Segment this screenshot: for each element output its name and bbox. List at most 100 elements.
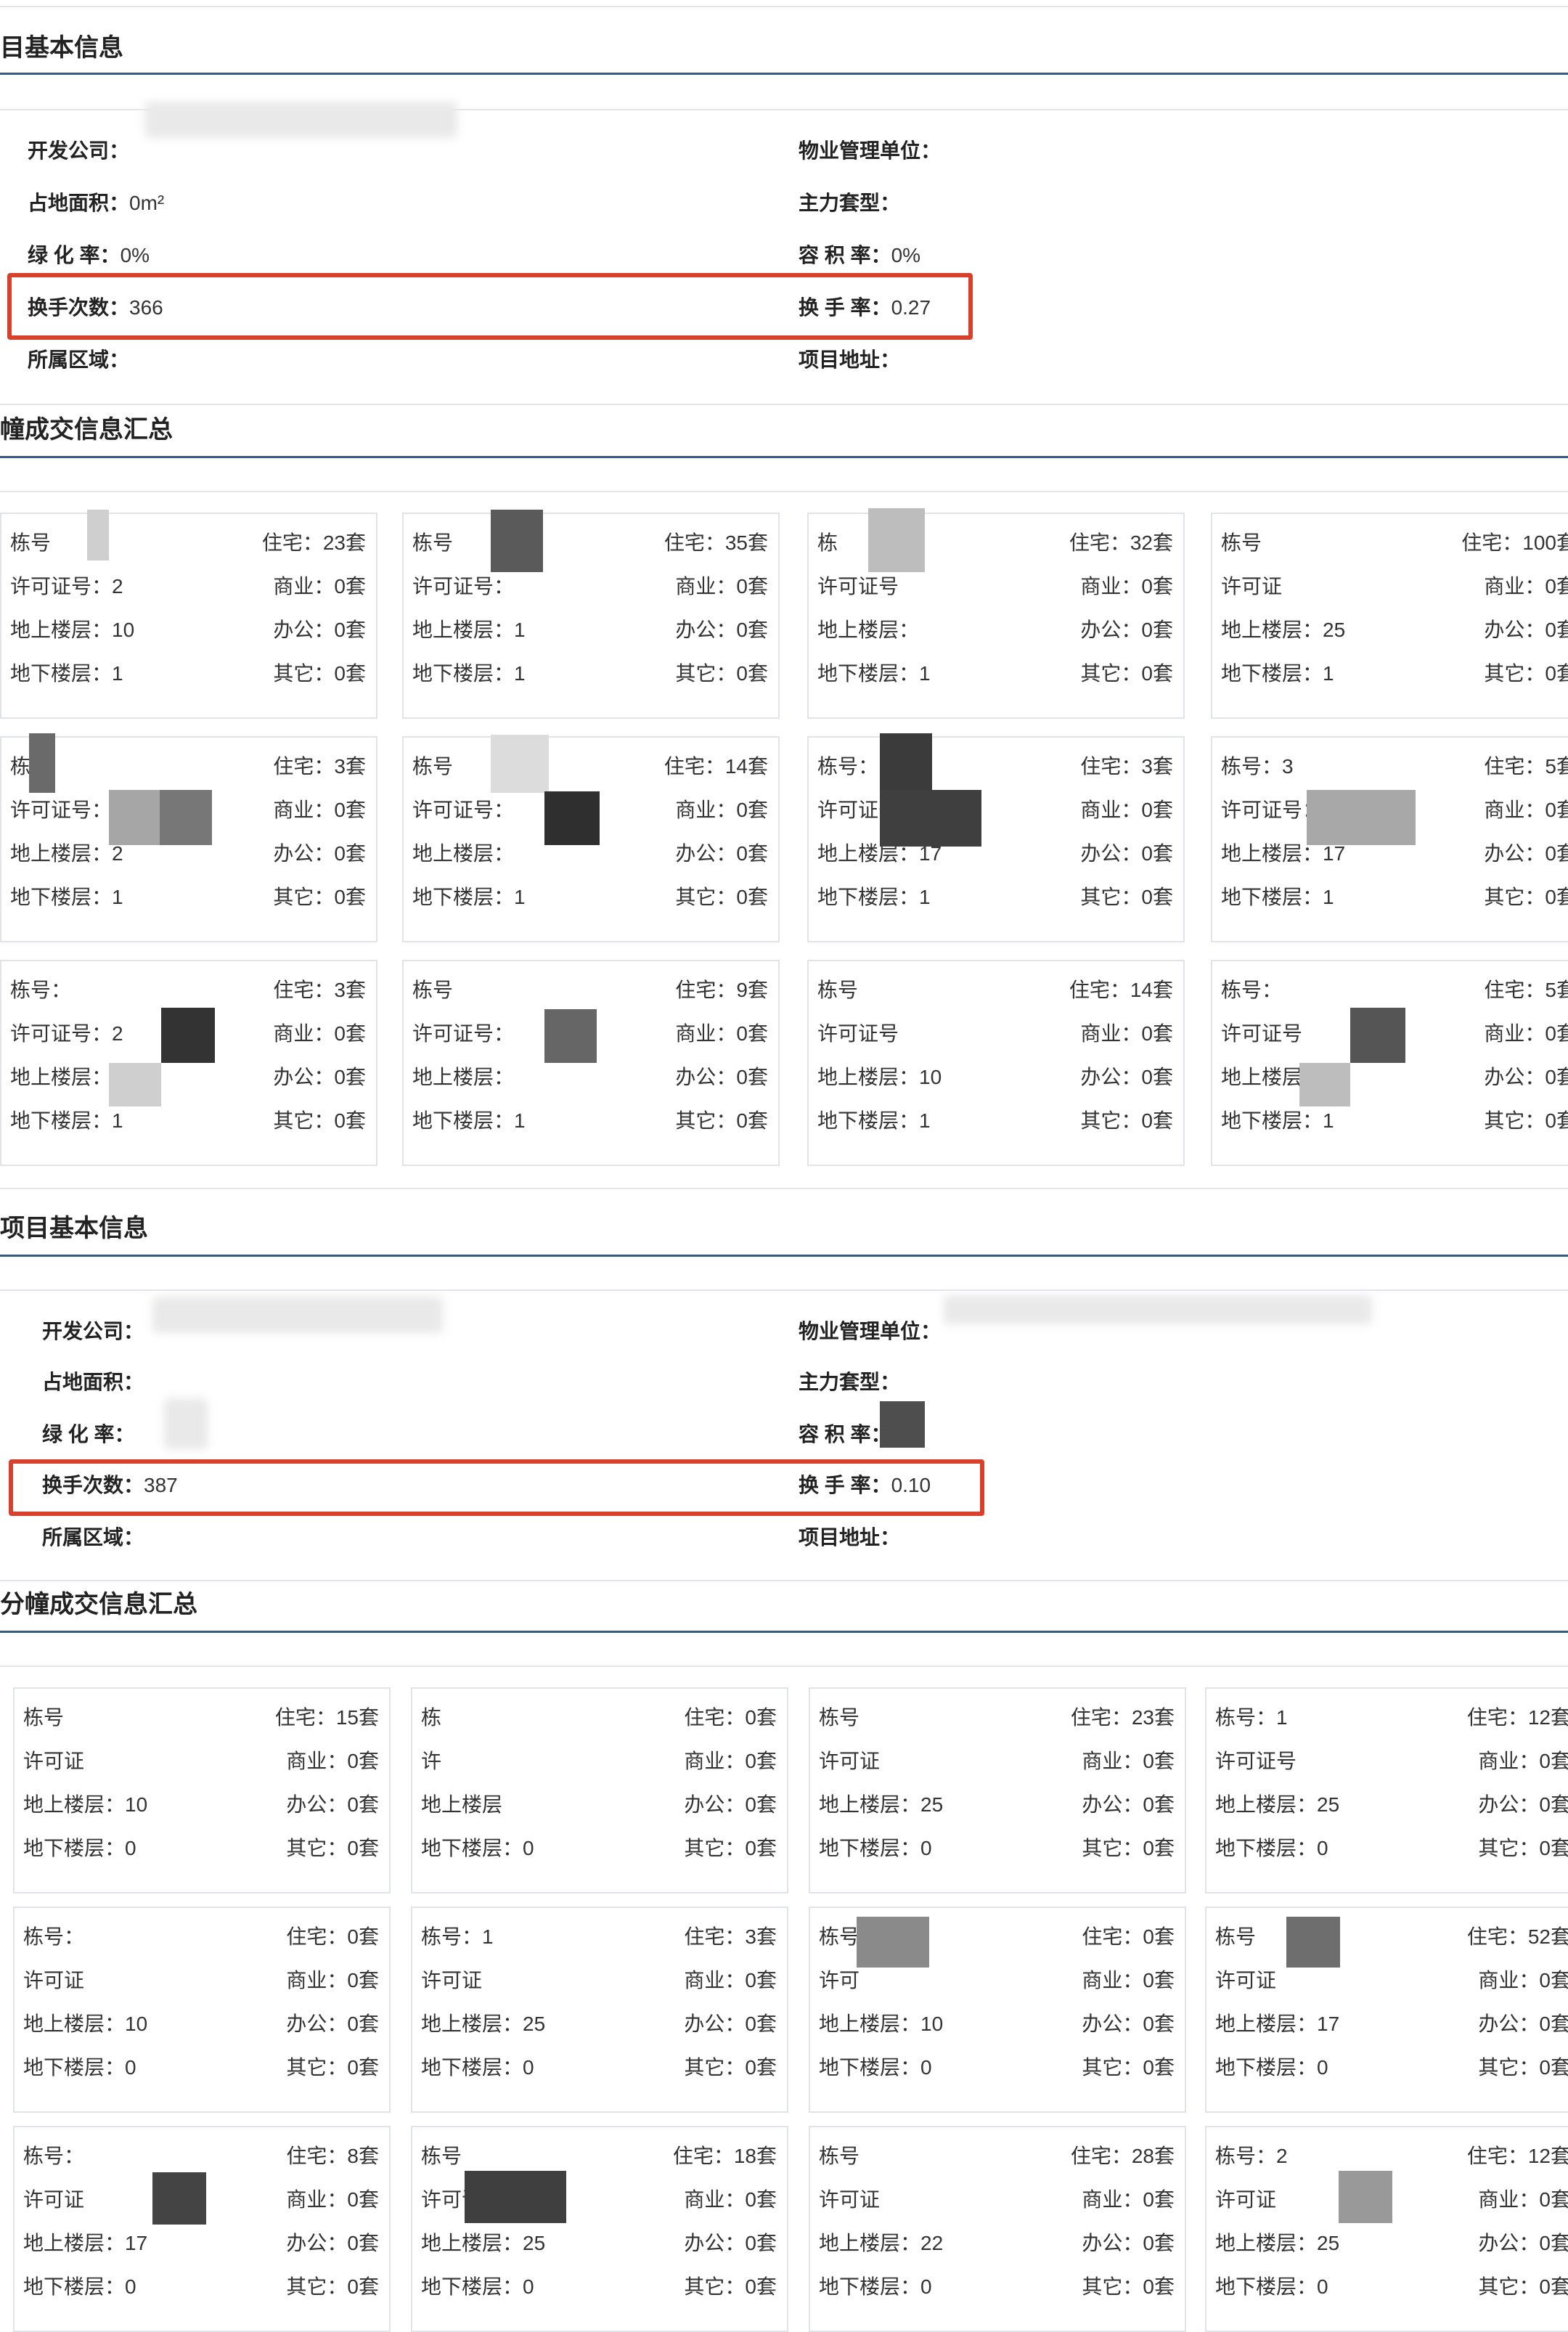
section-title-project-info-2: 项目基本信息 [0, 1215, 148, 1242]
card-field-left: 许可证号 [817, 575, 899, 598]
card-field-left: 地下楼层：0 [1215, 1837, 1328, 1859]
card-field-right: 办公：0套 [1082, 2232, 1175, 2254]
card-field-left: 许可证 [23, 1969, 85, 1991]
card-field-right: 其它：0套 [1484, 1109, 1568, 1132]
card-field-left: 地上楼层：17 [23, 2232, 148, 2254]
card-field-left: 地上楼层：10 [817, 1066, 942, 1088]
card-row: 许可证号 商业：0套 [817, 1019, 1173, 1048]
divider [0, 1580, 1568, 1581]
card-field-right: 住宅：14套 [663, 755, 768, 778]
card-row: 地上楼层：25 办公：0套 [1215, 2229, 1568, 2258]
card-field-right: 其它：0套 [675, 886, 768, 908]
card-field-right: 办公：0套 [684, 2013, 777, 2035]
card-field-right: 其它：0套 [675, 662, 768, 685]
building-card: 栋 住宅：0套许 商业：0套 地上楼层 办公：0套 地下楼层：0 其它：0套 [411, 1687, 788, 1893]
building-card: 栋号 住宅：14套 许可证号 商业：0套 地上楼层：10 办公：0套 地下楼层：1 其它：0套 [807, 960, 1185, 1166]
building-card: 栋号 住宅：23套 许可证号：2 商业：0套 地上楼层：10 办公：0套 地下楼层：1 其它：… [0, 513, 377, 719]
redaction-pixel [491, 510, 543, 572]
redaction-pixel [1286, 1917, 1340, 1968]
card-field-right: 其它：0套 [1082, 2275, 1175, 2298]
card-field-right: 办公：0套 [1484, 842, 1568, 865]
card-field-left: 许可证号： [412, 799, 515, 821]
card-field-left: 地下楼层：1 [1221, 886, 1334, 908]
info-label: 项目地址： [799, 1526, 901, 1549]
card-row: 地上楼层：17 办公：0套 [1215, 2010, 1568, 2039]
section-rule [0, 1255, 1568, 1257]
building-card: 栋号 住宅：100套 许可证 商业：0套 地上楼层：25 办公：0套 地下楼层：1 其它：0套 [1211, 513, 1568, 719]
card-field-left: 地上楼层：25 [1215, 1793, 1340, 1816]
card-field-right: 其它：0套 [1478, 1837, 1568, 1859]
card-field-right: 其它：0套 [1478, 2056, 1568, 2079]
card-field-left: 地上楼层：10 [23, 2013, 148, 2035]
redaction-pixel [1339, 2171, 1392, 2223]
section-title-building-summary: 幢成交信息汇总 [0, 416, 173, 444]
card-row: 许可证号：2 商业：0套 [10, 572, 366, 601]
card-field-left: 地上楼层：25 [819, 1793, 944, 1816]
card-field-right: 其它：0套 [1080, 1109, 1173, 1132]
card-field-right: 办公：0套 [273, 842, 366, 865]
divider [0, 1666, 1568, 1667]
card-field-right: 住宅：23套 [1070, 1706, 1175, 1729]
card-field-right: 住宅：3套 [273, 979, 366, 1001]
card-row: 地上楼层： 办公：0套 [817, 616, 1173, 645]
card-field-left: 栋号：2 [1215, 2145, 1288, 2167]
card-field-left: 栋号 [10, 531, 52, 554]
info-label: 项目地址： [799, 348, 901, 371]
card-field-right: 其它：0套 [286, 1837, 379, 1859]
card-row: 地上楼层： 办公：0套 [412, 1063, 768, 1092]
card-row: 栋 住宅：0套 [421, 1703, 777, 1732]
info-row: 开发公司： [42, 1318, 144, 1345]
building-card: 栋号 住宅：23套 许可证 商业：0套 地上楼层：25 办公：0套 地下楼层：0 其它：0套 [809, 1687, 1186, 1893]
divider [0, 1188, 1568, 1189]
section-rule [0, 73, 1568, 75]
info-row: 绿 化 率：0% [28, 242, 150, 269]
building-card: 栋号：2 住宅：12套 许可证 商业：0套 地上楼层：25 办公：0套 地下楼层：0 其它：0… [1205, 2126, 1568, 2332]
info-label: 开发公司： [28, 139, 130, 162]
card-field-right: 其它：0套 [1082, 1837, 1175, 1859]
redaction-pixel [868, 508, 925, 572]
section-title-project-info: 目基本信息 [0, 34, 123, 62]
card-field-left: 地下楼层：1 [1221, 662, 1334, 685]
card-field-right: 住宅：35套 [663, 531, 768, 554]
redaction-pixel [1350, 1008, 1405, 1063]
top-divider [0, 6, 1568, 7]
info-row: 容 积 率： [799, 1422, 891, 1448]
card-field-left: 地下楼层：0 [819, 1837, 932, 1859]
card-field-left: 许可证号： [412, 1022, 515, 1045]
card-field-left: 地下楼层：0 [421, 1837, 534, 1859]
card-row: 地上楼层： 办公：0套 [1221, 1063, 1568, 1092]
card-field-left: 栋号 [23, 1706, 65, 1729]
card-field-right: 商业：0套 [675, 575, 768, 598]
card-row: 栋号 住宅：23套 [10, 529, 366, 558]
redaction-pixel [1307, 790, 1416, 845]
redaction-pixel [161, 1008, 215, 1063]
card-field-left: 地下楼层：0 [23, 2275, 136, 2298]
card-field-left: 地下楼层：0 [1215, 2275, 1328, 2298]
card-field-right: 商业：0套 [675, 799, 768, 821]
card-field-right: 其它：0套 [273, 1109, 366, 1132]
card-field-right: 办公：0套 [1484, 619, 1568, 641]
building-card: 栋号：1 住宅：12套 许可证号 商业：0套 地上楼层：25 办公：0套 地下楼层：0 其它：… [1205, 1687, 1568, 1893]
redaction-blur [164, 1398, 208, 1449]
card-row: 地下楼层：0 其它：0套 [819, 1834, 1175, 1863]
card-field-left: 地上楼层： [817, 619, 920, 641]
card-field-left: 地下楼层：1 [817, 662, 931, 685]
card-field-right: 商业：0套 [286, 1750, 379, 1772]
card-row: 栋号：3 住宅：5套 [1221, 752, 1568, 781]
divider [0, 1289, 1568, 1291]
card-field-left: 栋号 [412, 755, 454, 778]
card-row: 许可证 商业：0套 [23, 1966, 379, 1995]
card-row: 地上楼层：25 办公：0套 [1221, 616, 1568, 645]
info-label: 所属区域： [28, 348, 130, 371]
card-field-right: 住宅：5套 [1484, 755, 1568, 778]
card-field-left: 许可证 [819, 2188, 881, 2211]
info-label: 容 积 率： [799, 1423, 891, 1446]
card-field-left: 地下楼层：0 [819, 2275, 932, 2298]
card-field-left: 地上楼层：10 [23, 1793, 148, 1816]
highlight-box-turnover-1 [7, 273, 973, 340]
card-row: 地下楼层：0 其它：0套 [421, 2272, 777, 2302]
card-field-right: 办公：0套 [286, 1793, 379, 1816]
divider [0, 404, 1568, 405]
card-field-right: 住宅：23套 [261, 531, 366, 554]
info-row: 开发公司： [28, 138, 129, 164]
